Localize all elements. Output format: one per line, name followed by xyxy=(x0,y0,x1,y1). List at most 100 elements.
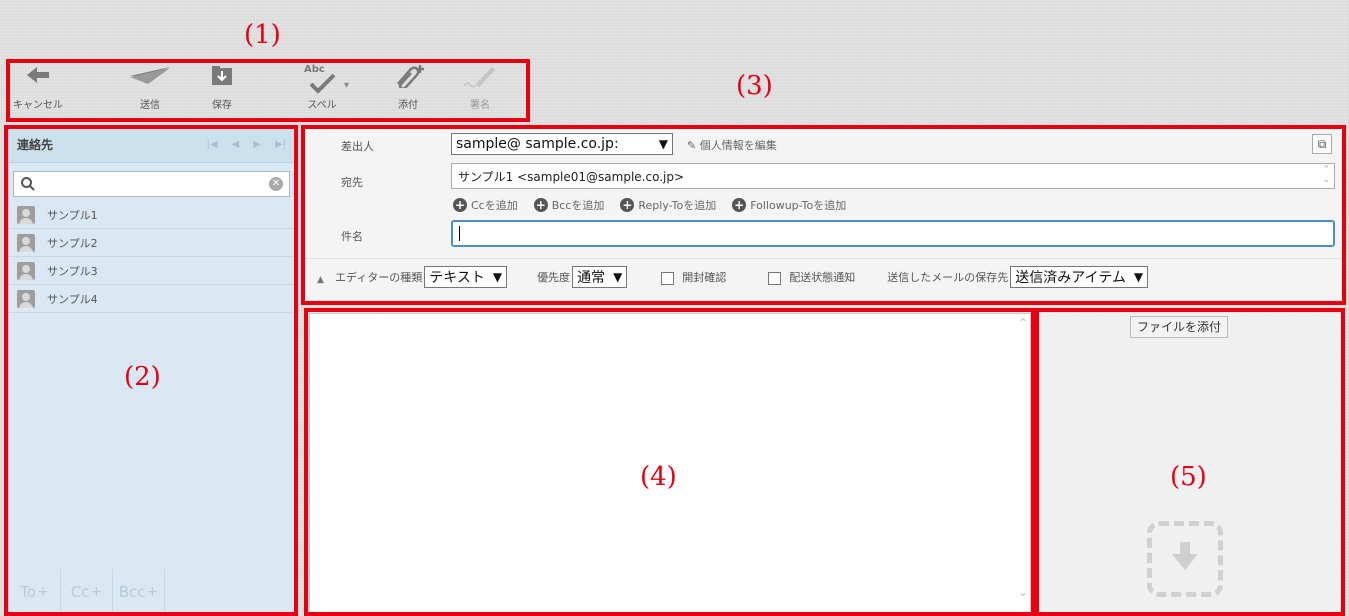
save-folder-icon xyxy=(190,64,254,96)
to-field[interactable]: サンプル1 <sample01@sample.co.jp> ⌃ ⌄ xyxy=(451,163,1335,189)
delivery-status-option: 配送状態通知 xyxy=(768,269,855,285)
subject-input[interactable] xyxy=(451,220,1335,247)
plus-icon: + xyxy=(90,584,103,600)
contact-name: サンプル1 xyxy=(47,208,98,222)
prev-page-icon[interactable]: ◀ xyxy=(232,139,240,150)
add-cc-label: Cc xyxy=(70,583,90,601)
add-cc-text: Ccを追加 xyxy=(471,199,518,212)
chevron-down-icon: ▼ xyxy=(1133,270,1144,284)
contacts-header: 連絡先 |◀ ◀ ▶ ▶| xyxy=(9,127,294,163)
read-receipt-label: 開封確認 xyxy=(682,271,727,284)
pencil-icon: ✎ xyxy=(687,139,697,152)
search-icon xyxy=(21,177,35,191)
person-avatar-icon xyxy=(17,261,35,280)
spell-button[interactable]: Abc ▾ スペル xyxy=(286,64,358,116)
contact-item[interactable]: サンプル3 xyxy=(9,257,294,285)
contact-name: サンプル4 xyxy=(47,292,98,306)
attach-file-button[interactable]: ファイルを添付 xyxy=(1130,316,1229,338)
save-sent-value: 送信済みアイテム xyxy=(1015,270,1126,286)
scroll-up-icon[interactable]: ⌃ xyxy=(1018,316,1028,330)
plus-circle-icon: + xyxy=(453,198,467,212)
cancel-button[interactable]: キャンセル xyxy=(6,64,70,116)
add-followup-to-text: Followup-Toを追加 xyxy=(750,199,847,212)
person-avatar-icon xyxy=(17,205,35,224)
priority-label: 優先度 xyxy=(537,271,571,284)
read-receipt-checkbox[interactable] xyxy=(661,271,675,285)
scroll-down-icon[interactable]: ⌄ xyxy=(1018,585,1028,599)
callout-5: (5) xyxy=(1170,462,1207,492)
to-field-scroll-icon[interactable]: ⌃ ⌄ xyxy=(1322,165,1330,185)
contact-item[interactable]: サンプル4 xyxy=(9,285,294,313)
callout-1: (1) xyxy=(244,20,281,50)
add-followup-to-link[interactable]: + Followup-Toを追加 xyxy=(732,197,846,213)
add-reply-to-link[interactable]: + Reply-Toを追加 xyxy=(620,197,716,213)
save-sent-select[interactable]: 送信済みアイテム ▼ xyxy=(1010,266,1149,288)
add-header-links: + Ccを追加 + Bccを追加 + Reply-Toを追加 + Followup-To… xyxy=(453,197,862,213)
plus-circle-icon: + xyxy=(620,198,635,212)
recipient-buttons: To + Cc + Bcc + xyxy=(9,569,294,615)
from-value: sample@ sample.co.jp: xyxy=(456,136,619,152)
callout-2: (2) xyxy=(124,362,161,392)
from-label: 差出人 xyxy=(341,140,374,153)
save-label: 保存 xyxy=(212,100,232,111)
contact-name: サンプル3 xyxy=(47,264,98,278)
signature-button[interactable]: 署名 xyxy=(448,64,512,116)
person-avatar-icon xyxy=(17,233,35,252)
spell-dropdown-icon[interactable]: ▾ xyxy=(344,70,349,102)
contact-item[interactable]: サンプル2 xyxy=(9,229,294,257)
paperclip-plus-icon xyxy=(376,64,440,96)
next-page-icon[interactable]: ▶ xyxy=(253,139,261,150)
plus-circle-icon: + xyxy=(732,198,747,212)
signature-label: 署名 xyxy=(470,100,490,111)
file-drop-zone[interactable] xyxy=(1147,521,1223,597)
add-bcc-button[interactable]: Bcc + xyxy=(113,569,165,615)
contact-item[interactable]: サンプル1 xyxy=(9,201,294,229)
edit-profile-label: 個人情報を編集 xyxy=(699,139,777,152)
priority-value: 通常 xyxy=(577,270,606,286)
options-row: エディターの種類 テキスト ▼ 優先度 通常 ▼ 開封確認 配送状態通知 送信したメ… xyxy=(335,266,1149,288)
attach-button[interactable]: 添付 xyxy=(376,64,440,116)
editor-type-value: テキスト xyxy=(429,270,485,286)
contact-search-input[interactable] xyxy=(40,173,269,195)
add-to-button[interactable]: To + xyxy=(9,569,61,615)
save-button[interactable]: 保存 xyxy=(190,64,254,116)
from-select[interactable]: sample@ sample.co.jp: ▼ xyxy=(451,133,673,155)
delivery-status-label: 配送状態通知 xyxy=(789,271,856,284)
read-receipt-option: 開封確認 xyxy=(661,269,726,285)
send-button[interactable]: 送信 xyxy=(118,64,182,116)
add-to-label: To xyxy=(20,583,37,601)
contact-name: サンプル2 xyxy=(47,236,98,250)
plus-icon: + xyxy=(37,584,49,600)
text-cursor xyxy=(459,226,460,241)
edit-profile-link[interactable]: ✎ 個人情報を編集 xyxy=(687,137,777,153)
add-cc-link[interactable]: + Ccを追加 xyxy=(453,197,518,213)
contact-search-box: ✕ xyxy=(13,171,290,197)
back-arrow-icon xyxy=(6,64,70,96)
add-bcc-link[interactable]: + Bccを追加 xyxy=(533,197,604,213)
clear-search-icon[interactable]: ✕ xyxy=(269,177,283,191)
cancel-label: キャンセル xyxy=(13,100,63,111)
add-reply-to-text: Reply-Toを追加 xyxy=(638,199,717,212)
add-bcc-label: Bcc xyxy=(118,583,146,601)
first-page-icon[interactable]: |◀ xyxy=(206,139,217,150)
save-sent-label: 送信したメールの保存先 xyxy=(887,271,1009,284)
contacts-title: 連絡先 xyxy=(17,138,54,152)
spellcheck-icon-text: Abc xyxy=(304,64,325,75)
last-page-icon[interactable]: ▶| xyxy=(275,139,286,150)
plus-circle-icon: + xyxy=(533,198,548,212)
editor-type-select[interactable]: テキスト ▼ xyxy=(424,266,508,288)
compose-header: 差出人 sample@ sample.co.jp: ▼ ✎ 個人情報を編集 ⧉ … xyxy=(305,126,1342,300)
collapse-header-icon[interactable]: ▲ xyxy=(317,275,324,285)
signature-pen-icon xyxy=(448,64,512,96)
add-cc-button[interactable]: Cc + xyxy=(61,569,113,615)
callout-4: (4) xyxy=(640,462,677,492)
delivery-status-checkbox[interactable] xyxy=(768,271,782,285)
popout-window-icon[interactable]: ⧉ xyxy=(1312,134,1332,154)
to-label: 宛先 xyxy=(341,176,363,189)
priority-select[interactable]: 通常 ▼ xyxy=(572,266,628,288)
to-value: サンプル1 <sample01@sample.co.jp> xyxy=(458,169,685,184)
chevron-down-icon: ▼ xyxy=(492,270,503,284)
person-avatar-icon xyxy=(17,289,35,308)
editor-type-label: エディターの種類 xyxy=(335,271,423,284)
chevron-down-icon: ▼ xyxy=(613,270,623,284)
